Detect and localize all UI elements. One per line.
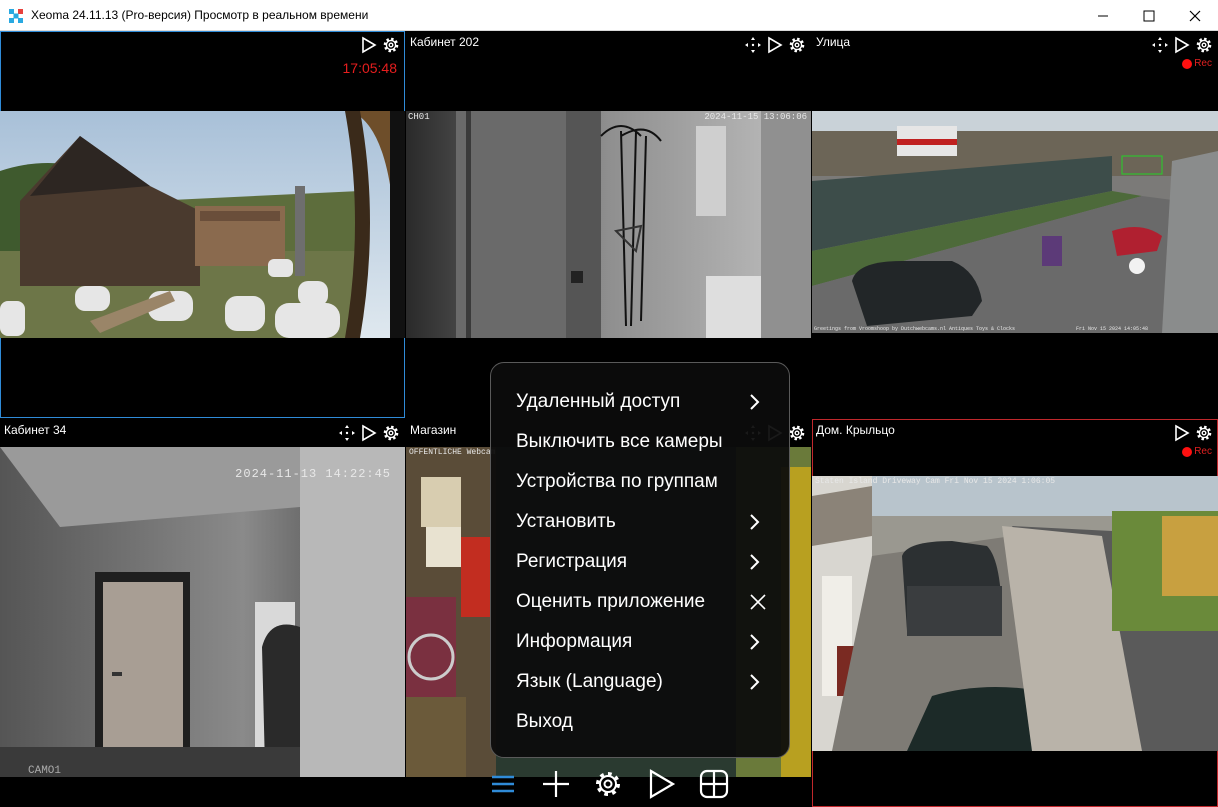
farm-scene-image xyxy=(0,111,405,338)
camera-name: Кабинет 202 xyxy=(410,35,479,49)
menu-item-devices-by-groups[interactable]: Устройства по группам xyxy=(491,462,789,502)
recording-indicator: Rec xyxy=(1182,58,1212,69)
play-icon[interactable] xyxy=(765,35,785,55)
menu-item-label: Выход xyxy=(516,711,573,732)
camera-name: Кабинет 34 xyxy=(4,423,67,437)
gear-icon[interactable] xyxy=(787,423,807,443)
bottom-toolbar xyxy=(490,762,750,804)
camera-tile-street[interactable]: Улица Rec Greetings from Vroomshoop by D… xyxy=(812,31,1218,418)
menu-item-label: Выключить все камеры xyxy=(516,431,723,452)
gear-icon[interactable] xyxy=(787,35,807,55)
camera-caption: Staten Island Driveway Cam Fri Nov 15 20… xyxy=(815,477,1056,486)
camera-caption: Greetings from Vroomshoop by Dutchwebcam… xyxy=(814,326,1016,332)
title-bar: Xeoma 24.11.13 (Pro-версия) Просмотр в р… xyxy=(0,0,1218,31)
menu-item-install[interactable]: Установить xyxy=(491,502,789,542)
chevron-right-icon xyxy=(750,394,760,410)
camera-name: Дом. Крыльцо xyxy=(816,423,895,437)
gear-icon[interactable] xyxy=(381,423,401,443)
camera-channel-label: CH01 xyxy=(408,112,430,122)
menu-item-label: Оценить приложение xyxy=(516,591,706,612)
chevron-right-icon xyxy=(750,634,760,650)
camera-feed: Greetings from Vroomshoop by Dutchwebcam… xyxy=(812,111,1218,333)
rec-dot-icon xyxy=(1182,446,1193,457)
camera-controls xyxy=(337,423,401,443)
camera-feed: Staten Island Driveway Cam Fri Nov 15 20… xyxy=(812,476,1218,751)
move-icon[interactable] xyxy=(1150,35,1170,55)
menu-item-label: Информация xyxy=(516,631,633,652)
minimize-icon xyxy=(1098,15,1108,17)
porch-scene-image xyxy=(812,476,1218,751)
minimize-button[interactable] xyxy=(1080,0,1126,31)
camera-label: CAMO1 xyxy=(28,765,62,777)
gear-icon[interactable] xyxy=(381,35,401,55)
chevron-right-icon xyxy=(750,514,760,530)
play-icon[interactable] xyxy=(1172,35,1192,55)
office-34-scene-image xyxy=(0,447,405,777)
camera-tile-farm[interactable]: 17:05:48 xyxy=(0,31,405,418)
menu-item-label: Удаленный доступ xyxy=(516,391,681,412)
camera-controls xyxy=(1150,35,1214,55)
camera-timestamp: 2024-11-15 13:06:06 xyxy=(704,112,807,122)
office-scene-image xyxy=(406,111,811,338)
gear-icon[interactable] xyxy=(1194,423,1214,443)
street-scene-image xyxy=(812,111,1218,333)
move-icon[interactable] xyxy=(743,35,763,55)
menu-item-registration[interactable]: Регистрация xyxy=(491,542,789,582)
main-menu: Удаленный доступ Выключить все камеры Ус… xyxy=(490,362,790,758)
camera-clock: 17:05:48 xyxy=(342,60,398,76)
camera-timestamp: 2024-11-13 14:22:45 xyxy=(235,467,391,481)
camera-tile-office-34[interactable]: Кабинет 34 2024-11-13 14:22:45 CAMO1 xyxy=(0,419,405,807)
play-icon[interactable] xyxy=(359,423,379,443)
chevron-right-icon xyxy=(750,674,760,690)
menu-item-remote-access[interactable]: Удаленный доступ xyxy=(491,382,789,422)
camera-controls xyxy=(359,35,401,55)
menu-item-label: Регистрация xyxy=(516,551,628,572)
move-icon[interactable] xyxy=(337,423,357,443)
camera-feed xyxy=(0,111,405,338)
menu-item-label: Язык (Language) xyxy=(516,671,663,692)
camera-controls xyxy=(1172,423,1214,443)
menu-item-exit[interactable]: Выход xyxy=(491,702,789,742)
camera-tile-office-202[interactable]: Кабинет 202 CH01 2024-11-15 13:06:06 xyxy=(406,31,811,418)
camera-feed: CH01 2024-11-15 13:06:06 xyxy=(406,111,811,338)
camera-tile-porch[interactable]: Дом. Крыльцо Rec Staten Island Driveway … xyxy=(812,419,1218,807)
close-icon xyxy=(1189,10,1201,22)
camera-timestamp: Fri Nov 15 2024 14:05:48 xyxy=(1075,326,1148,332)
chevron-right-icon xyxy=(750,554,760,570)
layout-grid-icon[interactable] xyxy=(698,768,730,800)
window-title: Xeoma 24.11.13 (Pro-версия) Просмотр в р… xyxy=(31,8,369,22)
camera-name: Магазин xyxy=(410,423,457,437)
recording-indicator: Rec xyxy=(1182,446,1212,457)
rec-label: Rec xyxy=(1194,58,1212,69)
camera-feed: 2024-11-13 14:22:45 CAMO1 xyxy=(0,447,405,777)
menu-item-rate-app[interactable]: Оценить приложение xyxy=(491,582,789,622)
settings-icon[interactable] xyxy=(592,768,624,800)
camera-controls xyxy=(743,35,807,55)
maximize-button[interactable] xyxy=(1126,0,1172,31)
camera-name: Улица xyxy=(816,35,851,49)
gear-icon[interactable] xyxy=(1194,35,1214,55)
menu-icon[interactable] xyxy=(490,768,522,800)
rec-dot-icon xyxy=(1182,58,1193,69)
menu-item-disable-all-cameras[interactable]: Выключить все камеры xyxy=(491,422,789,462)
play-icon[interactable] xyxy=(646,768,678,800)
menu-item-information[interactable]: Информация xyxy=(491,622,789,662)
menu-item-language[interactable]: Язык (Language) xyxy=(491,662,789,702)
close-window-button[interactable] xyxy=(1172,0,1218,31)
maximize-icon xyxy=(1143,10,1155,22)
close-icon[interactable] xyxy=(749,593,767,611)
rec-label: Rec xyxy=(1194,446,1212,457)
play-icon[interactable] xyxy=(359,35,379,55)
play-icon[interactable] xyxy=(1172,423,1192,443)
camera-caption: OFFENTLICHE Webcam xyxy=(409,448,496,457)
menu-item-label: Установить xyxy=(516,511,616,532)
xeoma-logo-icon xyxy=(9,9,23,23)
menu-item-label: Устройства по группам xyxy=(516,471,718,492)
add-icon[interactable] xyxy=(540,768,572,800)
